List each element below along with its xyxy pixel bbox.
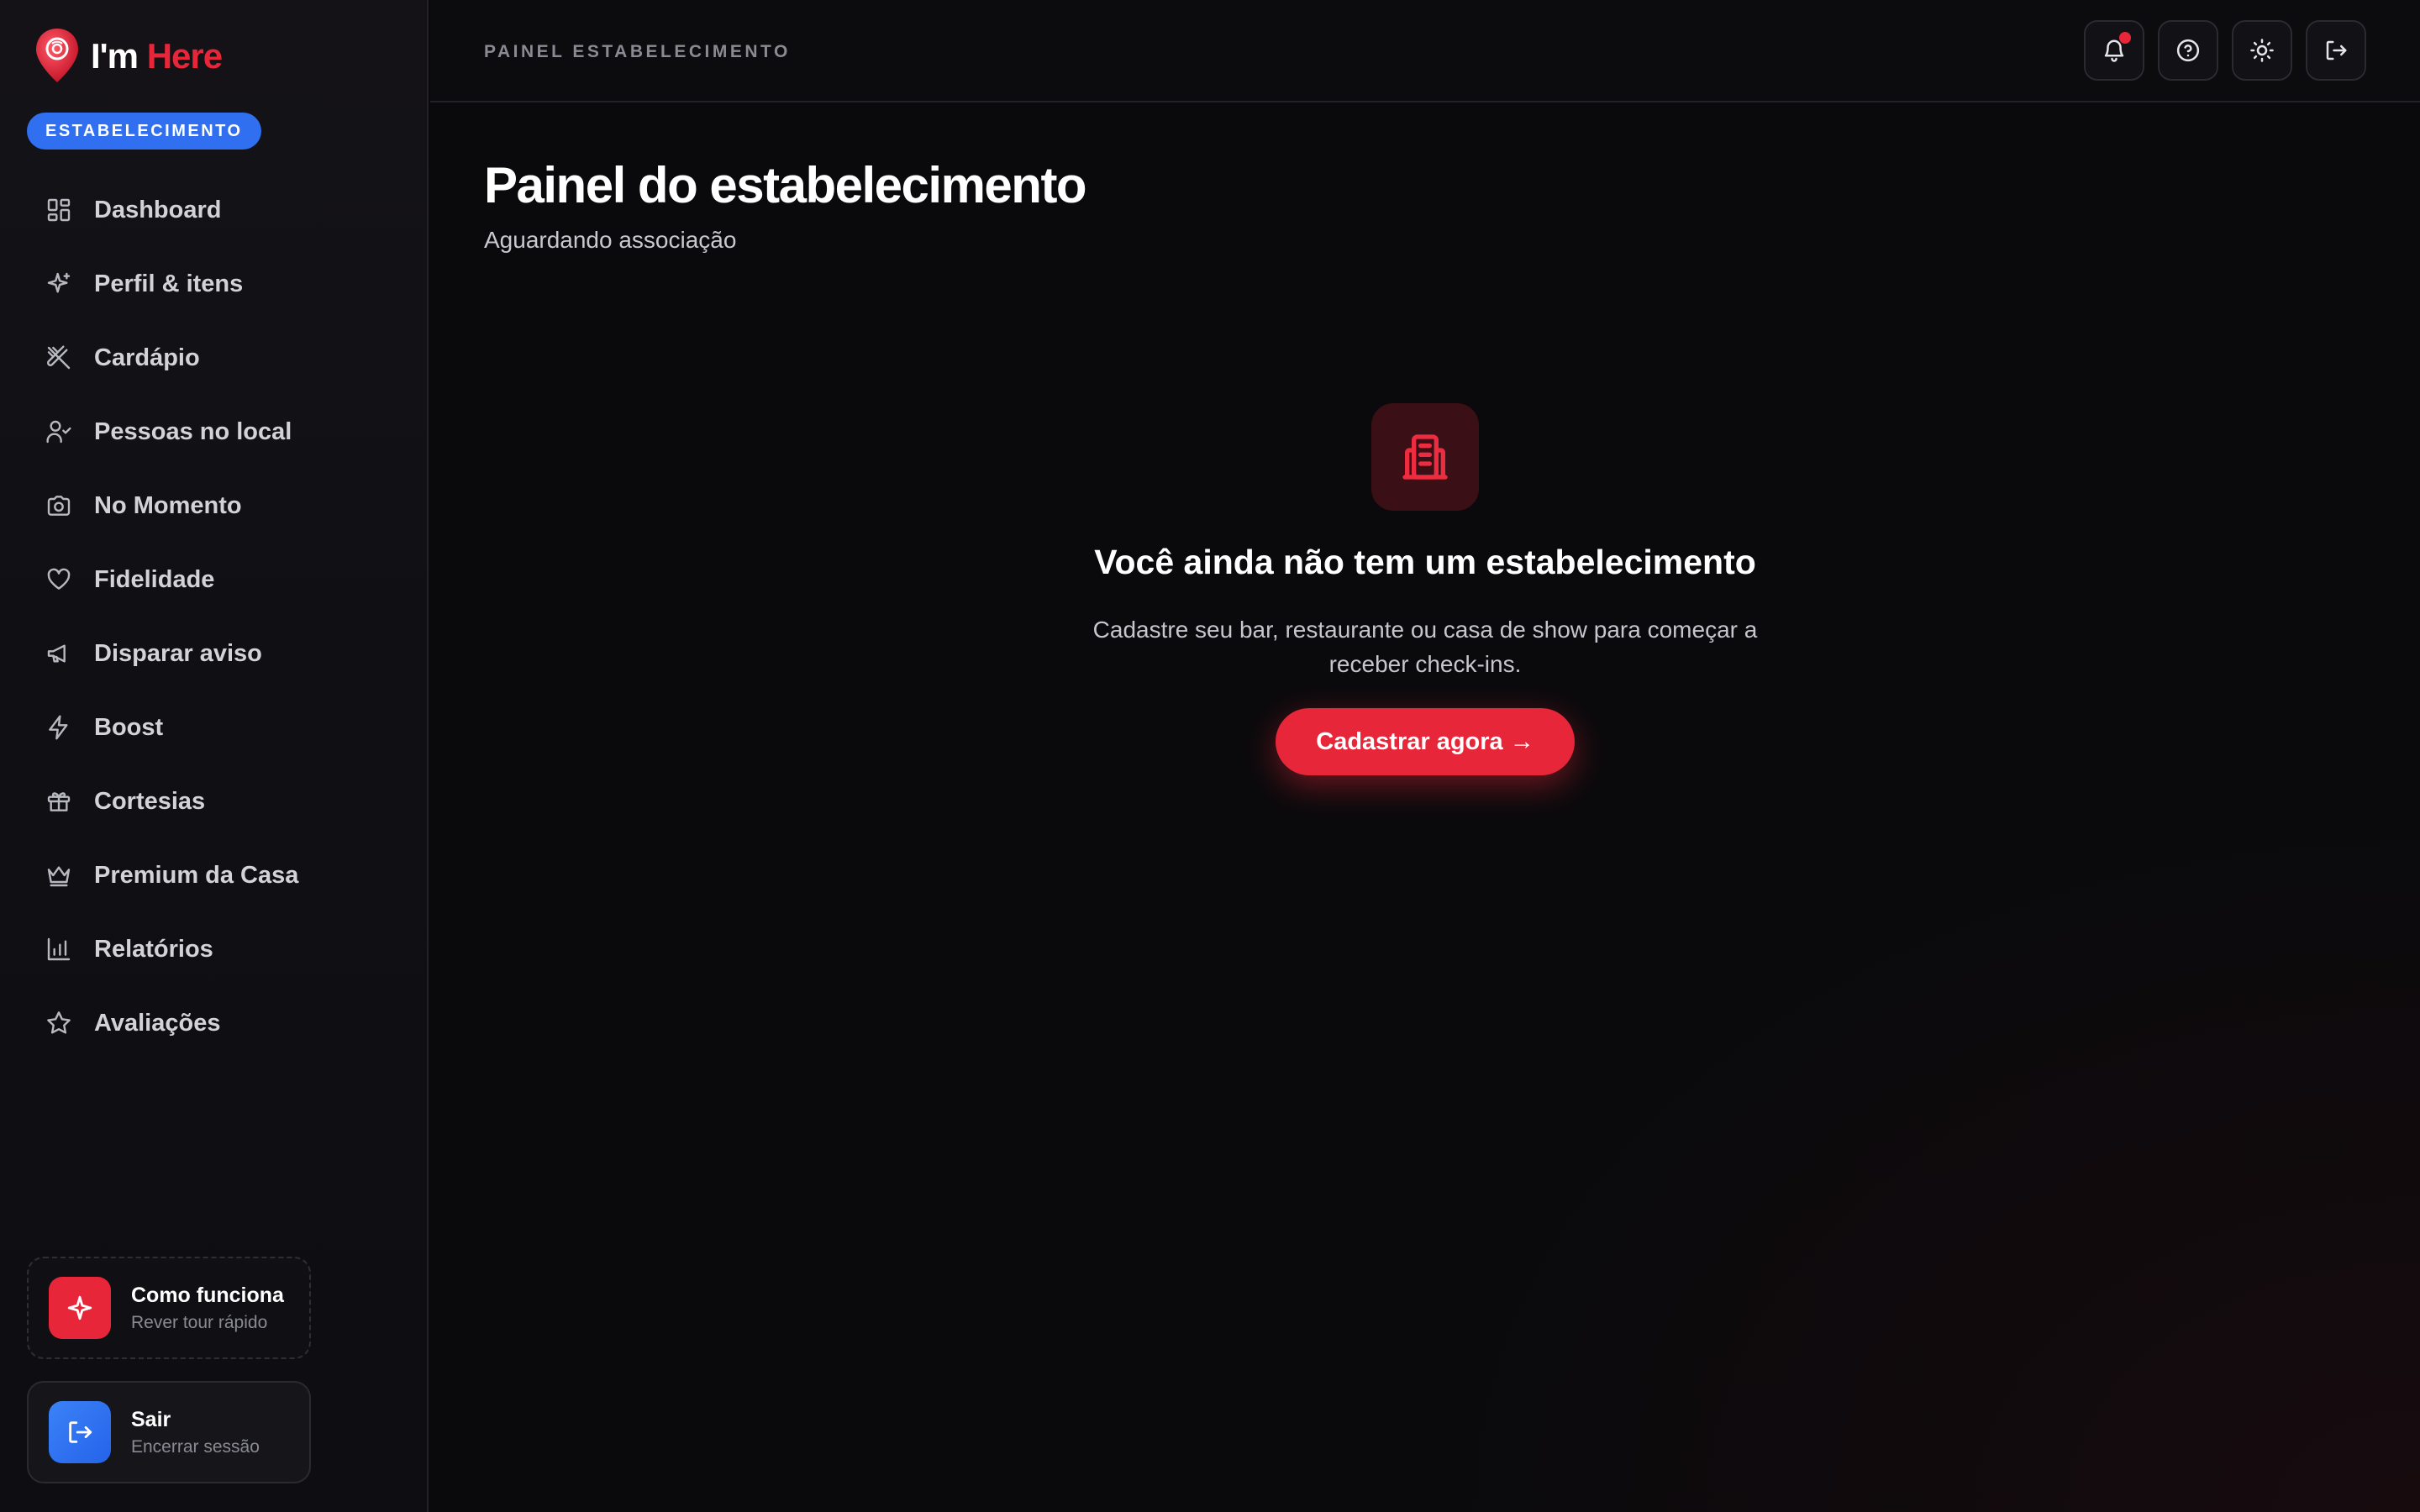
how-it-works-subtitle: Rever tour rápido: [131, 1312, 268, 1332]
brand-name-part2: Here: [146, 36, 223, 76]
role-badge: ESTABELECIMENTO: [27, 113, 261, 150]
sidebar-item-label: Dashboard: [94, 196, 222, 223]
topbar: PAINEL ESTABELECIMENTO: [430, 0, 2420, 102]
sidebar-item-disparar-aviso[interactable]: Disparar aviso: [27, 617, 402, 690]
building-icon: [1371, 403, 1479, 511]
crown-icon: [45, 862, 72, 889]
logout-subtitle: Encerrar sessão: [131, 1436, 260, 1457]
sidebar-item-label: Boost: [94, 713, 164, 741]
megaphone-icon: [45, 640, 72, 667]
sidebar-item-perfil-itens[interactable]: Perfil & itens: [27, 247, 402, 321]
sparkles-icon: [45, 270, 72, 297]
empty-state-title: Você ainda não tem um estabelecimento: [1094, 543, 1756, 581]
brand-name-part1: I'm: [91, 36, 139, 76]
user-check-icon: [45, 418, 72, 445]
sidebar-item-relatorios[interactable]: Relatórios: [27, 912, 402, 986]
sparkle-icon: [49, 1277, 111, 1339]
camera-icon: [45, 492, 72, 519]
sidebar-item-premium[interactable]: Premium da Casa: [27, 838, 402, 912]
sidebar-item-fidelidade[interactable]: Fidelidade: [27, 543, 402, 617]
theme-toggle-button[interactable]: [2232, 20, 2292, 81]
how-it-works-card[interactable]: Como funciona Rever tour rápido: [27, 1257, 311, 1359]
sidebar-item-cardapio[interactable]: Cardápio: [27, 321, 402, 395]
sidebar-item-label: Cardápio: [94, 344, 200, 371]
notifications-button[interactable]: [2084, 20, 2144, 81]
heart-icon: [45, 566, 72, 593]
topbar-actions: [2084, 20, 2366, 81]
zap-icon: [45, 714, 72, 741]
help-icon: [2176, 39, 2200, 62]
register-now-button[interactable]: Cadastrar agora →: [1276, 708, 1575, 775]
logout-button[interactable]: [2306, 20, 2366, 81]
sidebar-item-dashboard[interactable]: Dashboard: [27, 173, 402, 247]
brand-name: I'm Here: [91, 36, 223, 76]
sidebar-nav: Dashboard Perfil & itens Cardápio Pessoa…: [27, 173, 402, 1060]
brand-logo[interactable]: I'm Here: [34, 27, 223, 86]
grid-icon: [45, 197, 72, 223]
logout-card[interactable]: Sair Encerrar sessão: [27, 1381, 311, 1483]
location-pin-icon: [36, 29, 78, 82]
utensils-crossed-icon: [45, 344, 72, 371]
sidebar-item-label: Disparar aviso: [94, 639, 262, 667]
star-icon: [45, 1010, 72, 1037]
how-it-works-title: Como funciona: [131, 1283, 284, 1307]
sidebar-item-avaliacoes[interactable]: Avaliações: [27, 986, 402, 1060]
help-button[interactable]: [2158, 20, 2218, 81]
breadcrumb: PAINEL ESTABELECIMENTO: [484, 42, 791, 61]
logout-icon: [2326, 40, 2347, 60]
sidebar-item-no-momento[interactable]: No Momento: [27, 469, 402, 543]
sidebar-item-label: Relatórios: [94, 935, 213, 963]
sidebar-item-label: Cortesias: [94, 787, 206, 815]
sidebar-item-label: Fidelidade: [94, 565, 215, 593]
sidebar-item-label: No Momento: [94, 491, 242, 519]
main-content: Painel do estabelecimento Aguardando ass…: [430, 104, 2420, 1512]
page-subtitle: Aguardando associação: [484, 227, 737, 253]
empty-state: Você ainda não tem um estabelecimento Ca…: [850, 403, 2000, 775]
sidebar-item-label: Avaliações: [94, 1009, 221, 1037]
empty-state-description: Cadastre seu bar, restaurante ou casa de…: [1092, 617, 1758, 677]
sidebar-item-boost[interactable]: Boost: [27, 690, 402, 764]
logout-icon: [49, 1401, 111, 1463]
bar-chart-icon: [45, 936, 72, 963]
sidebar-item-cortesias[interactable]: Cortesias: [27, 764, 402, 838]
sun-icon: [2250, 39, 2274, 62]
sidebar-item-label: Perfil & itens: [94, 270, 244, 297]
logout-title: Sair: [131, 1407, 171, 1431]
page-title: Painel do estabelecimento: [484, 157, 1087, 213]
sidebar-item-label: Premium da Casa: [94, 861, 299, 889]
sidebar-item-pessoas[interactable]: Pessoas no local: [27, 395, 402, 469]
gift-icon: [45, 788, 72, 815]
sidebar: I'm Here ESTABELECIMENTO Dashboard Perfi…: [0, 0, 429, 1512]
notification-dot: [2119, 32, 2131, 44]
sidebar-item-label: Pessoas no local: [94, 417, 292, 445]
